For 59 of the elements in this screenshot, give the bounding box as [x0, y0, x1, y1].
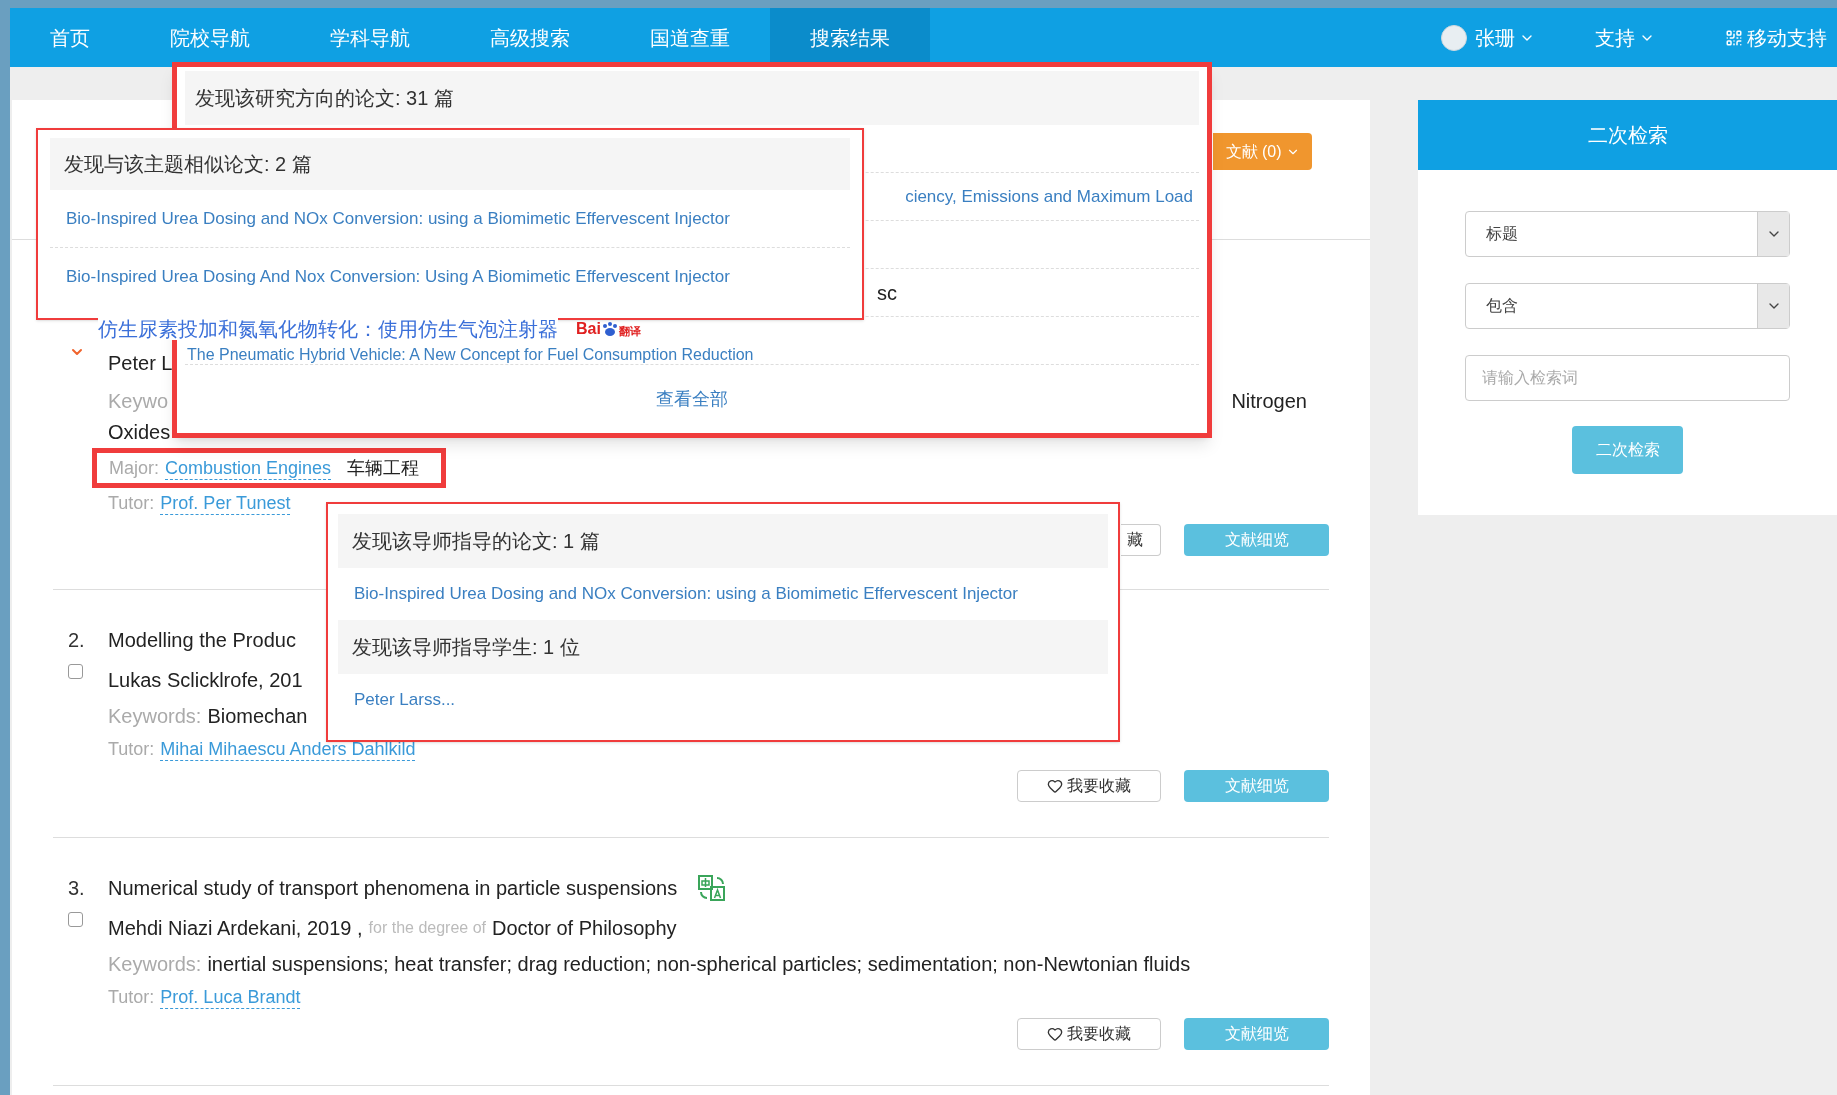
popup-header: 发现该导师指导的论文: 1 篇 [338, 514, 1108, 568]
degree-label: for the degree of [368, 918, 486, 938]
translated-title[interactable]: 仿生尿素投加和氮氧化物转化：使用仿生气泡注射器 [98, 318, 558, 340]
field-label: Tutor: [108, 491, 155, 515]
search-input[interactable]: 请输入检索词 [1465, 355, 1790, 401]
keywords-text: inertial suspensions; heat transfer; drag reduction; non-spherical particles; sedimentation; non-Newtonian fluids [207, 952, 1191, 977]
select-field[interactable]: 包含 [1465, 283, 1790, 329]
major-link[interactable]: Combustion Engines [165, 456, 332, 480]
mobile-support-link[interactable]: 移动支持 [1747, 22, 1827, 53]
degree-text: Doctor of Philosophy [492, 916, 677, 941]
qr-code-icon[interactable] [1725, 28, 1743, 47]
popup-header: 发现该导师指导学生: 1 位 [338, 620, 1108, 674]
detail-button[interactable]: 文献细览 [1184, 524, 1329, 556]
field-label: Tutor: [108, 985, 155, 1009]
popup-header: 发现该研究方向的论文: 31 篇 [185, 71, 1199, 125]
keywords-text: Biomechan [207, 704, 308, 729]
favorite-button[interactable]: 我要收藏 [1017, 1018, 1161, 1050]
field-label: Keywords: [108, 704, 202, 729]
select-field[interactable]: 标题 [1465, 211, 1790, 257]
avatar[interactable] [1441, 24, 1467, 51]
paper-link[interactable]: Peter Larss... [354, 687, 456, 713]
result-number: 2. [68, 628, 85, 653]
favorite-button[interactable]: 我要收藏 [1017, 770, 1161, 802]
view-all-link[interactable]: 查看全部 [656, 385, 728, 413]
title-fragment: sc [877, 280, 897, 306]
field-label: Major: [109, 456, 159, 480]
paper-link[interactable]: Bio-Inspired Urea Dosing and NOx Conversion: using a Biomimetic Effervescent Injector [66, 205, 730, 232]
popup-header: 发现与该主题相似论文: 2 篇 [50, 138, 850, 190]
favorite-button[interactable]: 藏 [1121, 524, 1161, 556]
detail-button[interactable]: 文献细览 [1184, 1018, 1329, 1050]
field-label: Keywords: [108, 952, 202, 977]
result-title[interactable]: Numerical study of transport phenomena in particle suspensions [108, 873, 678, 903]
translate-icon[interactable] [697, 874, 728, 902]
paper-link[interactable]: ciency, Emissions and Maximum Load [905, 183, 1193, 210]
detail-button[interactable]: 文献细览 [1184, 770, 1329, 802]
search-button[interactable]: 二次检索 [1572, 426, 1683, 474]
user-menu[interactable]: 张珊 [1475, 22, 1535, 53]
result-number: 3. [68, 876, 85, 901]
author-text: Peter L [108, 351, 173, 376]
field-label: Keywo [108, 389, 169, 414]
support-menu[interactable]: 支持 [1595, 22, 1655, 53]
paper-link[interactable]: Bio-Inspired Urea Dosing And Nox Conversion: Using A Biomimetic Effervescent Injector [66, 264, 730, 290]
nav-tab[interactable]: 首页 [10, 8, 130, 67]
select-checkbox[interactable] [68, 664, 83, 679]
tutor-link[interactable]: Prof. Per Tunest [160, 491, 291, 515]
keywords-text: Nitrogen [1231, 389, 1307, 414]
field-label: Tutor: [108, 737, 155, 761]
select-checkbox[interactable] [68, 912, 83, 927]
panel-header: 二次检索 [1418, 100, 1837, 170]
keywords-text: Oxides [108, 420, 171, 445]
major-text: 车辆工程 [347, 456, 420, 480]
author-text: Lukas Sclicklrofe, 201 [108, 668, 303, 693]
result-title[interactable]: Modelling the Produc [108, 625, 296, 655]
tutor-link[interactable]: Prof. Luca Brandt [160, 985, 301, 1009]
translator-logo[interactable]: Bai 翻译 [576, 321, 641, 337]
paper-link[interactable]: Bio-Inspired Urea Dosing and NOx Conversion: using a Biomimetic Effervescent Injector [354, 581, 1018, 607]
author-text: Mehdi Niazi Ardekani, 2019 , [108, 916, 363, 941]
export-button[interactable]: 文献 (0) [1213, 133, 1312, 170]
paper-link[interactable]: The Pneumatic Hybrid Vehicle: A New Concept for Fuel Consumption Reduction [187, 346, 754, 364]
